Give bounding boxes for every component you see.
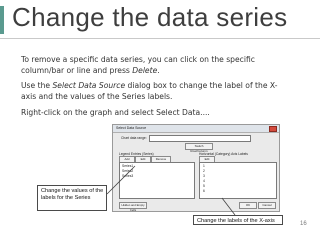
slide-title: Change the data series [12,2,288,32]
series-item: Series2 [122,169,134,173]
axis-labels-callout: Change the labels of the X-axis [193,215,283,225]
dialog-title-bar: Select Data Source [113,125,279,133]
paragraph-right-click: Right-click on the graph and select Sele… [21,108,210,117]
slide: Change the data series To remove a speci… [0,0,320,240]
axis-label-item: 1 [203,164,205,168]
series-item: Series3 [122,174,134,178]
dialog-name-emphasis: Select Data Source [52,81,126,90]
axis-label-item: 4 [203,179,205,183]
cancel-button: Cancel [258,202,276,209]
delete-key-emphasis: Delete [132,66,158,75]
ok-button: OK [239,202,257,209]
title-divider [0,38,320,39]
axis-label-item: 3 [203,174,205,178]
axis-label-item: 5 [203,184,205,188]
text-fragment: dialog box to change the label of the X- [125,81,278,90]
chart-data-range-field [149,135,251,142]
close-icon [269,126,277,132]
paragraph-remove-series-line1: To remove a specific data series, you ca… [21,55,255,64]
paragraph-remove-series: To remove a specific data series, you ca… [21,54,255,76]
title-bar: Change the data series [0,0,320,38]
series-callout-line2: labels for the Series [41,195,91,201]
paragraph-select-data-source-line1: Use the Select Data Source dialog box to… [21,80,277,91]
paragraph-select-data-source-line2: axis and the values of the Series labels… [21,92,173,101]
chart-data-range-label: Chart data range: [121,136,147,140]
series-values-callout: Change the values of the labels for the … [37,185,107,211]
select-data-source-dialog-image: Select Data Source Chart data range: Swi… [112,124,280,212]
text-fragment: Use the [21,81,53,90]
text-fragment: . [157,66,160,75]
series-callout-line1: Change the values of the [41,188,104,194]
paragraph-select-data-source: Use the Select Data Source dialog box to… [21,80,277,102]
switch-row-column-button: Switch Row/Column [185,143,213,153]
hidden-empty-cells-button: Hidden and Empty Cells [119,202,147,212]
title-accent-bar [0,6,4,34]
axis-label-item: 6 [203,189,205,193]
paragraph-remove-series-line2: column/bar or line and press Delete. [21,65,255,76]
axis-label-item: 2 [203,169,205,173]
axis-labels-list: 1 2 3 4 5 6 [199,162,277,199]
dialog-title: Select Data Source [116,126,147,130]
text-fragment: column/bar or line and press [21,66,133,75]
series-list: Series1 Series2 Series3 [119,162,195,199]
series-item: Series1 [122,164,134,168]
page-number: 16 [300,221,307,227]
